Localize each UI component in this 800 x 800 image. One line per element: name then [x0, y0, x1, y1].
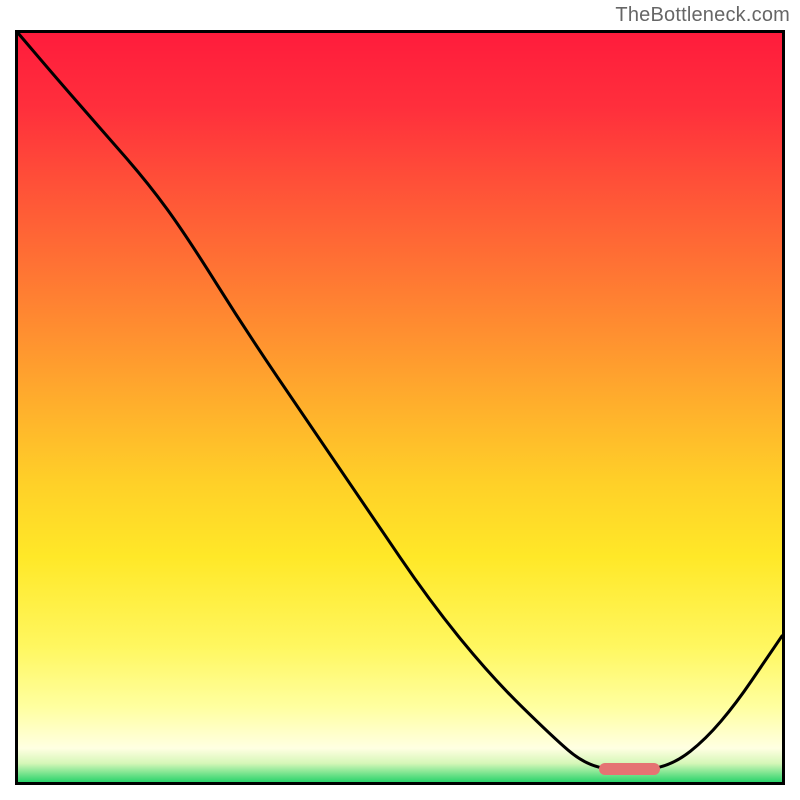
- plot-area: [15, 30, 785, 785]
- chart-container: TheBottleneck.com: [0, 0, 800, 800]
- curve-layer: [18, 33, 782, 782]
- bottleneck-curve: [18, 33, 782, 771]
- optimal-range-marker: [599, 763, 660, 775]
- watermark-text: TheBottleneck.com: [615, 4, 790, 27]
